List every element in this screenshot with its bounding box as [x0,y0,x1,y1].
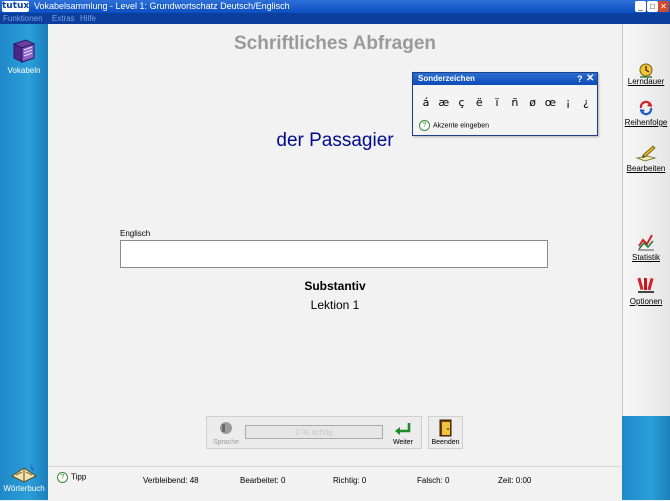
menu-bar: Funktionen Extras Hilfe [0,13,670,24]
optionen-label: Optionen [629,297,663,306]
minimize-button[interactable]: _ [635,1,646,12]
char-button[interactable]: á [419,95,433,111]
maximize-button[interactable]: □ [647,1,658,12]
lightbulb-icon: ? [57,472,68,483]
close-panel-button[interactable]: ✕ [586,73,594,85]
char-button[interactable]: ¡ [561,95,575,111]
sidebar-item-woerterbuch[interactable]: Wörterbuch [0,462,48,498]
sidebar-item-statistik[interactable]: Statistik [622,232,670,262]
char-button[interactable]: æ [437,95,451,111]
special-chars-titlebar[interactable]: Sonderzeichen ? ✕ [413,73,597,85]
time-display: Zeit: 0:00 [498,476,531,485]
return-arrow-icon [395,423,411,435]
correct-value: 0 [361,476,367,485]
wrong-label: Falsch: [417,476,443,485]
page-title: Schriftliches Abfragen [233,33,436,54]
special-chars-row: á æ ç ë ï ñ ø œ ¡ ¿ [419,95,593,113]
app-logo: tutux [2,1,30,12]
quiz-controls: Sprache 0 % richtig Weiter [206,416,422,449]
char-button[interactable]: œ [543,95,557,111]
progress-bar: 0 % richtig [245,425,383,439]
sidebar-item-lerndauer[interactable]: Lerndauer [622,62,670,92]
options-icon [637,277,654,293]
bearbeiten-label: Bearbeiten [626,164,666,173]
remaining-label: Verbleibend: [143,476,188,485]
menu-hilfe[interactable]: Hilfe [80,13,96,24]
title-bar: tutux Vokabelsammlung - Level 1: Grundwo… [0,0,670,13]
edited-count: Bearbeitet: 0 [240,476,285,485]
wrong-count: Falsch: 0 [417,476,449,485]
correct-count: Richtig: 0 [333,476,366,485]
statistics-icon [638,234,654,251]
reihenfolge-label: Reihenfolge [624,118,668,127]
char-button[interactable]: ï [490,95,504,111]
help-button[interactable]: ? [577,73,583,85]
accent-input-link[interactable]: ? Akzente eingeben [419,120,489,132]
answer-input[interactable] [120,240,548,268]
statistik-label: Statistik [631,253,660,262]
window-title: Vokabelsammlung - Level 1: Grundwortscha… [34,1,290,11]
speech-label: Sprache [212,439,240,446]
char-button[interactable]: ¿ [579,95,593,111]
end-label: Beenden [431,439,460,446]
end-button[interactable]: Beenden [428,416,463,449]
char-button[interactable]: ñ [508,95,522,111]
sidebar-item-optionen[interactable]: Optionen [622,276,670,306]
char-button[interactable]: ø [526,95,540,111]
next-button[interactable]: Weiter [387,419,419,447]
edited-value: 0 [280,476,286,485]
speech-button[interactable]: Sprache [211,419,241,447]
next-label: Weiter [392,439,414,446]
dictionary-icon [11,464,37,483]
tip-button[interactable]: ? Tipp [57,472,86,483]
wrong-value: 0 [445,476,450,485]
timer-icon [639,63,653,78]
remaining-value: 48 [189,476,199,485]
sidebar-item-bearbeiten[interactable]: Bearbeiten [622,144,670,174]
lesson-label: Lektion 1 [310,298,360,312]
edit-pencil-icon [635,145,657,162]
special-chars-panel: Sonderzeichen ? ✕ á æ ç ë ï ñ ø œ ¡ ¿ ? A… [412,72,598,136]
woerterbuch-label: Wörterbuch [3,484,45,493]
left-sidebar: Vokabeln Wörterbuch [0,24,48,500]
time-value: 0:00 [515,476,532,485]
order-arrows-icon [639,100,653,116]
edited-label: Bearbeitet: [240,476,279,485]
char-button[interactable]: ç [455,95,469,111]
book-icon [12,39,36,63]
lerndauer-label: Lerndauer [627,77,665,86]
sidebar-item-reihenfolge[interactable]: Reihenfolge [622,100,670,130]
vokabeln-label: Vokabeln [7,66,41,75]
menu-funktionen[interactable]: Funktionen [3,13,43,24]
correct-label: Richtig: [333,476,360,485]
tip-label: Tipp [71,472,87,482]
sidebar-item-vokabeln[interactable]: Vokabeln [0,38,48,78]
accent-input-label: Akzente eingeben [433,122,490,130]
char-button[interactable]: ë [472,95,486,111]
exit-door-icon [439,419,452,437]
right-sidebar-footer [622,416,670,500]
menu-extras[interactable]: Extras [52,13,75,24]
special-chars-title: Sonderzeichen [418,74,475,83]
lightbulb-icon: ? [419,120,430,131]
answer-label: Englisch [120,229,151,238]
close-window-button[interactable]: ✕ [658,1,669,12]
progress-text: 0 % richtig [295,428,333,437]
time-label: Zeit: [498,476,514,485]
remaining-count: Verbleibend: 48 [143,476,199,485]
word-type: Substantiv [304,279,366,293]
speaker-icon [220,422,232,434]
